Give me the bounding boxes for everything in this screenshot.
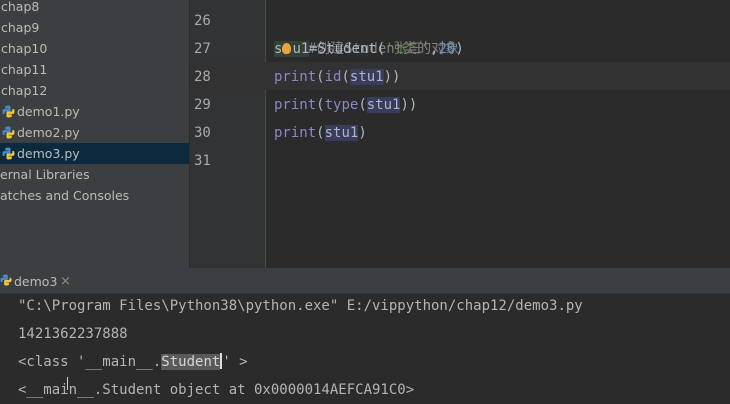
code-paren: (: [316, 97, 325, 113]
code-variable: stu1: [349, 69, 384, 85]
run-tab-demo3[interactable]: demo3: [14, 268, 57, 295]
code-paren: (: [376, 41, 386, 57]
code-paren: ): [358, 125, 367, 141]
tree-folder-chap12[interactable]: chap12: [0, 80, 189, 101]
tree-item-label: chap9: [1, 20, 40, 35]
project-tree: chap8 chap9 chap10 chap11 chap12 demo1.p…: [0, 0, 190, 268]
code-variable: stu1: [324, 125, 359, 141]
code-variable: stu1: [366, 97, 401, 113]
code-paren: )): [400, 97, 418, 113]
python-file-icon: [2, 147, 15, 160]
tree-item-label: chap11: [1, 62, 48, 77]
code-builtin: print: [274, 69, 317, 85]
current-line-highlight: [190, 62, 730, 90]
line-number: 31: [194, 153, 211, 169]
line-number: 30: [194, 125, 211, 141]
tree-item-label: chap12: [1, 83, 48, 98]
code-line-29[interactable]: print(type(stu1)): [274, 91, 417, 119]
code-variable: s u1: [274, 41, 310, 57]
tree-item-label: demo1.py: [17, 104, 80, 119]
code-paren: )): [383, 69, 401, 85]
console-output-object: <__main__.Student object at 0x0000014AEF…: [18, 382, 415, 398]
tree-external-libraries[interactable]: ernal Libraries: [0, 164, 189, 185]
tree-folder-chap9[interactable]: chap9: [0, 17, 189, 38]
line-number: 29: [194, 97, 211, 113]
code-number: 20: [438, 41, 456, 57]
tree-item-label: demo3.py: [17, 146, 80, 161]
tree-item-label: ernal Libraries: [0, 167, 90, 182]
code-variable-part: s: [274, 41, 283, 57]
code-line-27[interactable]: s u1=Student('张三',20): [274, 35, 464, 63]
console-output-id: 1421362237888: [18, 326, 128, 342]
code-builtin: print: [274, 97, 317, 113]
python-file-icon: [2, 126, 15, 139]
code-line-28[interactable]: print(id(stu1)): [274, 63, 400, 91]
text-cursor-icon: [67, 377, 72, 390]
tree-file-demo3[interactable]: demo3.py: [0, 143, 189, 164]
run-panel-header: demo3 ×: [0, 268, 730, 294]
console-text: ' >: [222, 354, 248, 370]
console-output-type: <class '__main__.Student ' >: [18, 348, 248, 376]
code-line-26[interactable]: #创建Student类的对象: [274, 7, 459, 57]
line-number: 26: [194, 13, 211, 29]
tree-file-demo1[interactable]: demo1.py: [0, 101, 189, 122]
tree-folder-chap8[interactable]: chap8: [0, 0, 189, 17]
close-icon[interactable]: ×: [60, 268, 71, 295]
tree-scratches-consoles[interactable]: atches and Consoles: [0, 185, 189, 206]
code-paren: (: [341, 69, 350, 85]
console-selected-text: Student: [161, 354, 221, 370]
python-file-icon: [0, 274, 12, 286]
code-paren: (: [358, 97, 367, 113]
line-number: 27: [194, 41, 211, 57]
console-command-line: "C:\Program Files\Python38\python.exe" E…: [18, 298, 583, 314]
code-operator: =: [309, 41, 318, 57]
line-number: 28: [194, 69, 211, 85]
code-paren: (: [316, 125, 325, 141]
python-file-icon: [2, 105, 15, 118]
code-string: '张三': [385, 41, 431, 57]
code-builtin: type: [324, 97, 359, 113]
tree-item-label: chap8: [1, 0, 40, 14]
tree-folder-chap10[interactable]: chap10: [0, 38, 189, 59]
code-paren: ): [455, 41, 464, 57]
tree-item-label: chap10: [1, 41, 48, 56]
tree-item-label: atches and Consoles: [0, 188, 130, 203]
console-text: <class '__main__.: [18, 354, 162, 370]
code-paren: (: [316, 69, 325, 85]
code-builtin: print: [274, 125, 317, 141]
tree-folder-chap11[interactable]: chap11: [0, 59, 189, 80]
tree-file-demo2[interactable]: demo2.py: [0, 122, 189, 143]
tree-item-label: demo2.py: [17, 125, 80, 140]
lightbulb-icon[interactable]: [282, 43, 292, 54]
ide-window: chap8 chap9 chap10 chap11 chap12 demo1.p…: [0, 0, 730, 404]
code-class-name: Student: [317, 41, 377, 57]
code-builtin: id: [324, 69, 342, 85]
code-line-30[interactable]: print(stu1): [274, 119, 367, 147]
code-variable-part: u1: [292, 41, 310, 57]
